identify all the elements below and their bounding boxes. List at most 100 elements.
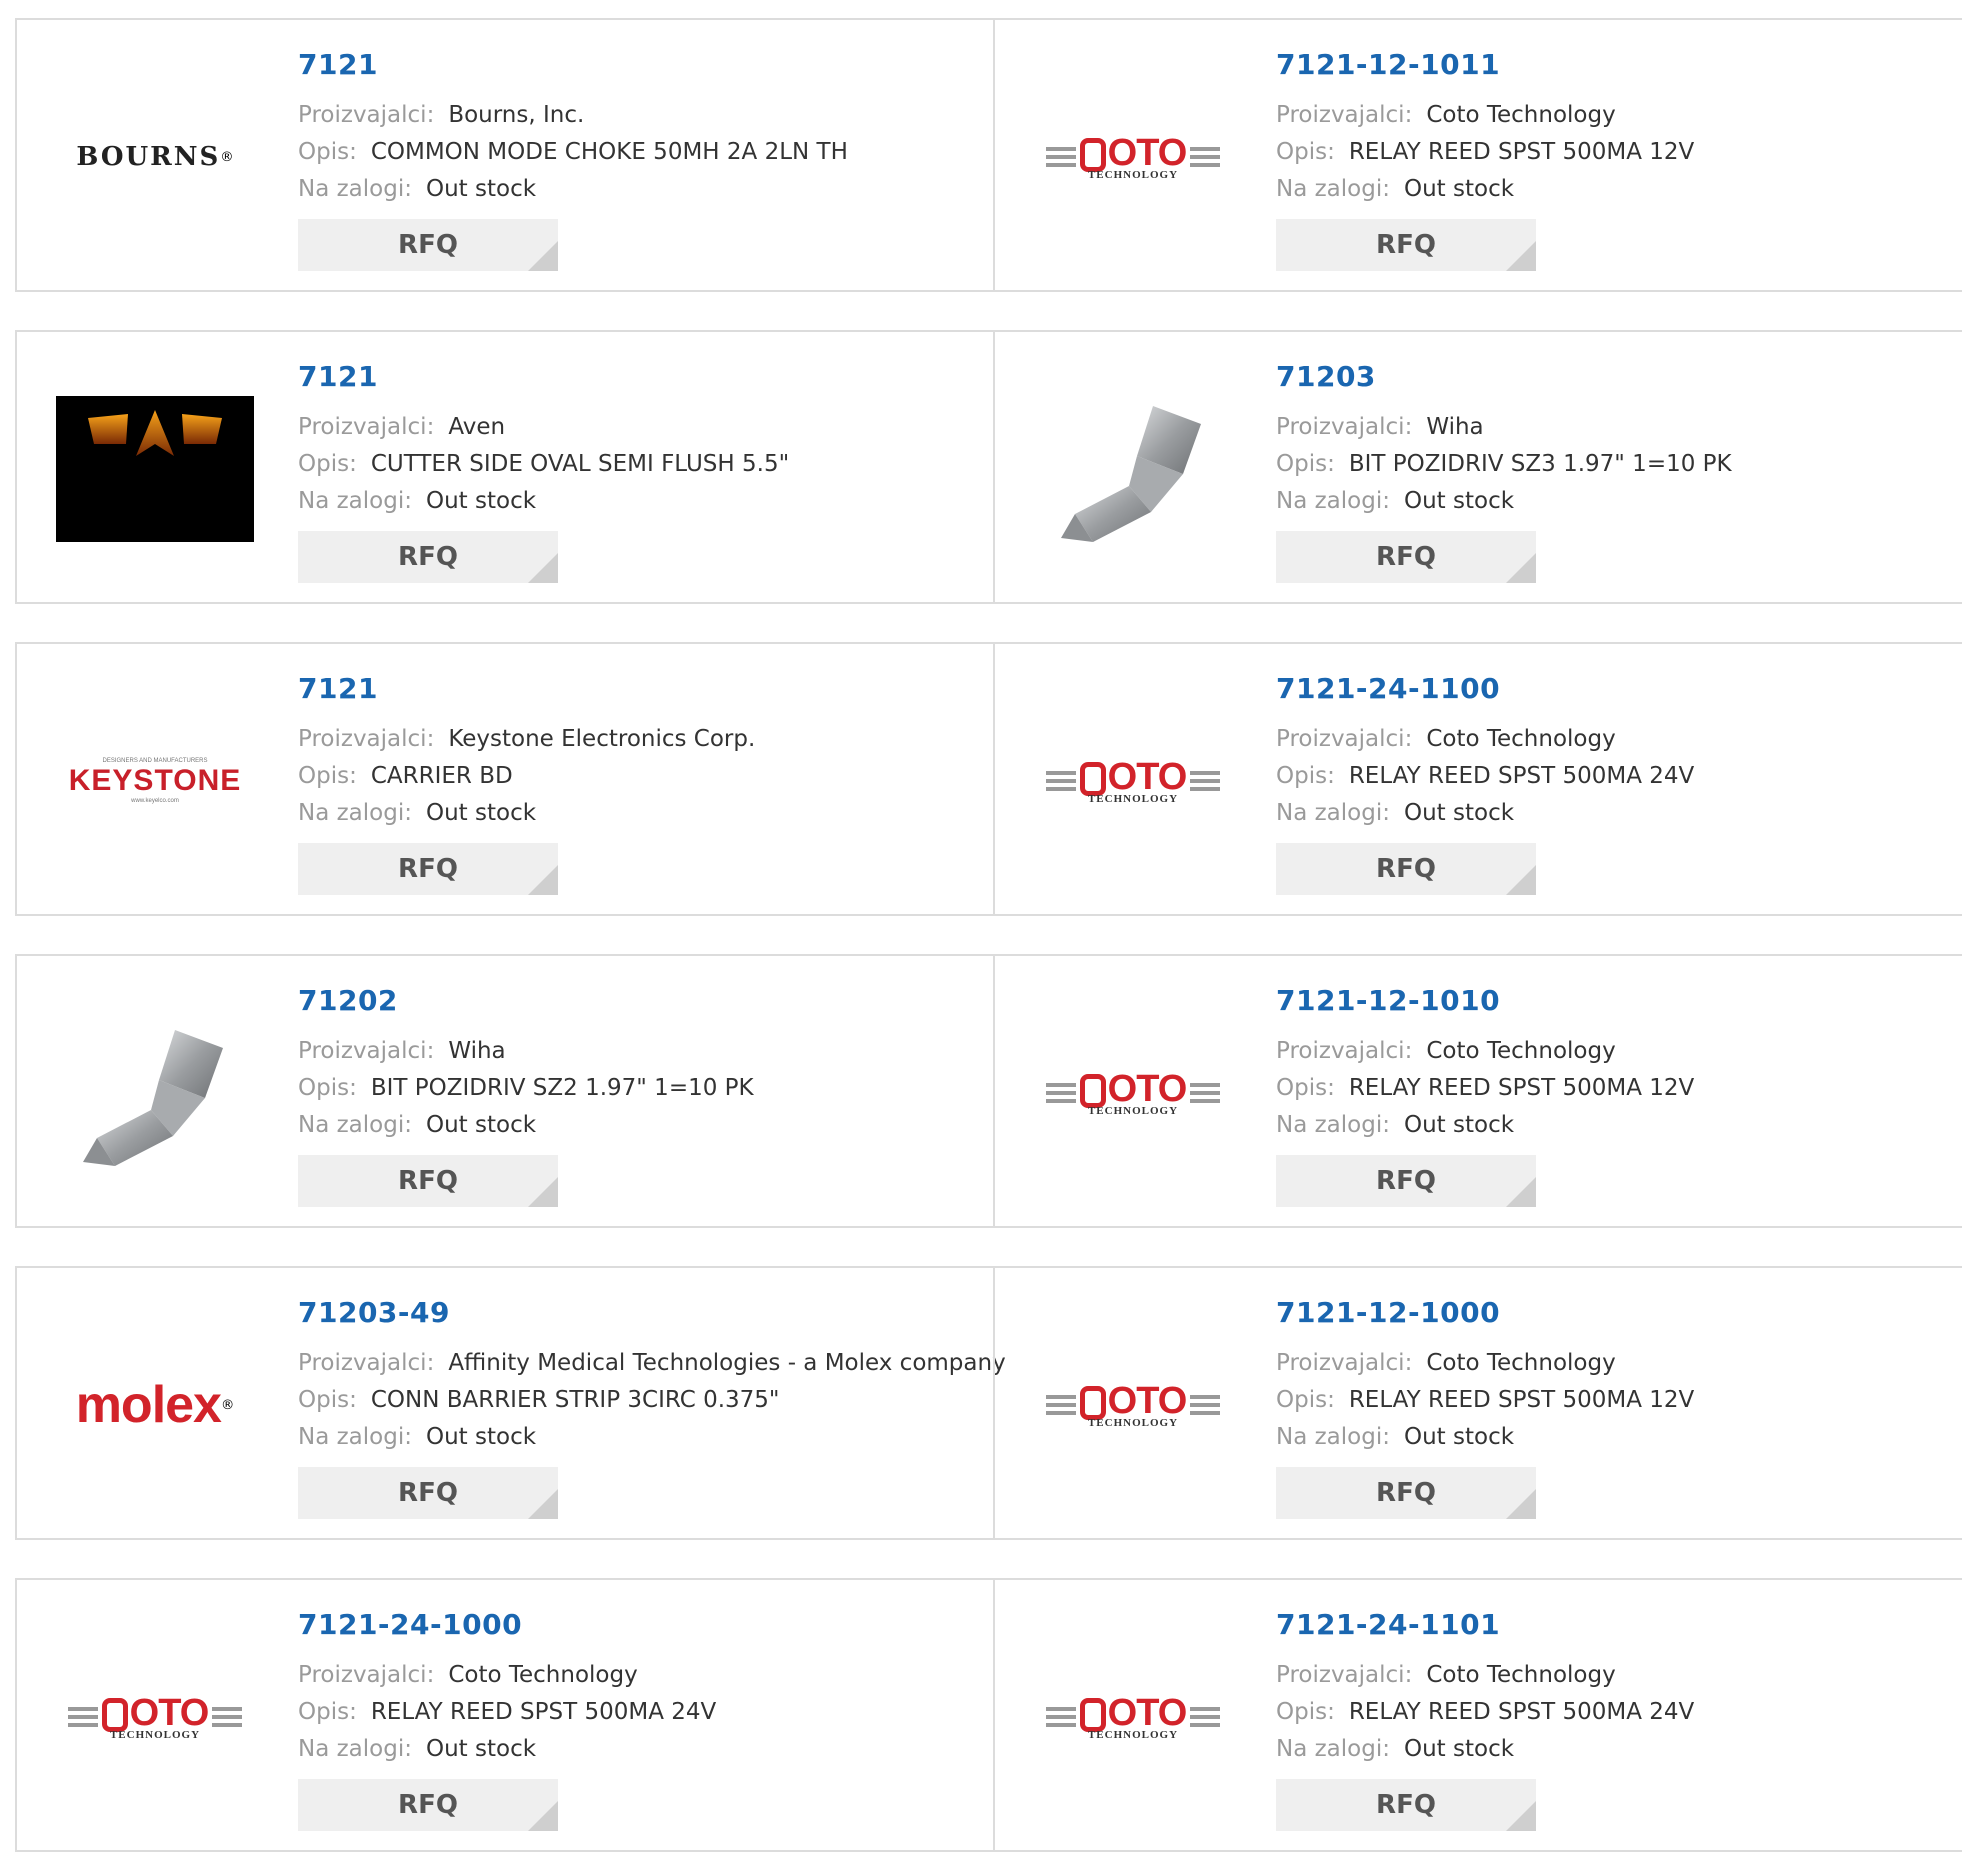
coto-logo-subtext: TECHNOLOGY [1087,1105,1179,1117]
stock-value: Out stock [1403,1424,1515,1450]
part-number-link[interactable]: 7121-12-1010 [1276,984,1500,1017]
manufacturer-row: Proizvajalci: Wiha [298,1038,506,1064]
description-label: Opis: [1276,1699,1335,1725]
part-number-link[interactable]: 7121 [298,672,378,705]
rfq-button[interactable]: RFQ [1276,1155,1536,1207]
description-value: COMMON MODE CHOKE 50MH 2A 2LN TH [370,139,848,165]
keystone-logo-url: www.keyelco.com [131,798,179,804]
stock-row: Na zalogi: Out stock [1276,1424,1514,1450]
stock-label: Na zalogi: [298,1424,412,1450]
manufacturer-label: Proizvajalci: [1276,102,1413,128]
coto-logo: OTO TECHNOLOGY [1033,82,1233,232]
rfq-button[interactable]: RFQ [1276,843,1536,895]
stock-value: Out stock [1403,1112,1515,1138]
part-number-link[interactable]: 7121 [298,360,378,393]
rfq-label: RFQ [1376,230,1436,260]
rfq-button[interactable]: RFQ [1276,531,1536,583]
description-label: Opis: [1276,139,1335,165]
bourns-logo: BOURNS ® [76,142,234,172]
stock-row: Na zalogi: Out stock [298,1736,536,1762]
rfq-label: RFQ [398,1790,458,1820]
description-row: Opis: CUTTER SIDE OVAL SEMI FLUSH 5.5" [298,451,789,477]
rfq-button[interactable]: RFQ [298,1467,558,1519]
molex-logo: molex ® [75,1376,235,1434]
rfq-button[interactable]: RFQ [298,531,558,583]
product-card: OTO TECHNOLOGY 7121-12-1000 Proizvajalci:… [993,1266,1962,1540]
manufacturer-value: Wiha [448,1038,506,1064]
manufacturer-label: Proizvajalci: [1276,726,1413,752]
manufacturer-value: Coto Technology [1426,102,1616,128]
corner-triangle-icon [1506,1489,1536,1519]
part-number-link[interactable]: 7121-12-1011 [1276,48,1500,81]
stock-row: Na zalogi: Out stock [298,800,536,826]
rfq-label: RFQ [398,542,458,572]
description-label: Opis: [298,1387,357,1413]
part-number-link[interactable]: 7121-12-1000 [1276,1296,1500,1329]
description-label: Opis: [298,451,357,477]
product-card: OTO TECHNOLOGY 7121-12-1011 Proizvajalci:… [993,18,1962,292]
corner-triangle-icon [528,865,558,895]
stock-row: Na zalogi: Out stock [298,1112,536,1138]
corner-triangle-icon [1506,1177,1536,1207]
part-number-link[interactable]: 7121-24-1100 [1276,672,1500,705]
stock-label: Na zalogi: [298,488,412,514]
description-value: RELAY REED SPST 500MA 12V [1348,139,1695,165]
rfq-label: RFQ [1376,542,1436,572]
coto-logo-text: OTO [1107,1692,1188,1734]
stock-label: Na zalogi: [1276,1112,1390,1138]
rfq-button[interactable]: RFQ [298,1779,558,1831]
manufacturer-label: Proizvajalci: [1276,1662,1413,1688]
description-row: Opis: CARRIER BD [298,763,513,789]
product-card: 7121 Proizvajalci: Aven Opis: CUTTER SIDE … [15,330,993,604]
manufacturer-label: Proizvajalci: [298,102,435,128]
stock-label: Na zalogi: [298,1736,412,1762]
description-label: Opis: [1276,1387,1335,1413]
coto-logo-text: OTO [1107,132,1188,174]
stock-row: Na zalogi: Out stock [1276,176,1514,202]
manufacturer-row: Proizvajalci: Coto Technology [1276,726,1616,752]
description-label: Opis: [1276,451,1335,477]
stock-value: Out stock [1403,1736,1515,1762]
coto-logo-subtext: TECHNOLOGY [1087,1729,1179,1741]
rfq-button[interactable]: RFQ [1276,1467,1536,1519]
stock-row: Na zalogi: Out stock [1276,1112,1514,1138]
part-number-link[interactable]: 7121-24-1101 [1276,1608,1500,1641]
coto-logo-text: OTO [1107,1068,1188,1110]
rfq-label: RFQ [398,1478,458,1508]
rfq-button[interactable]: RFQ [298,843,558,895]
part-number-link[interactable]: 7121 [298,48,378,81]
rfq-button[interactable]: RFQ [1276,219,1536,271]
rfq-button[interactable]: RFQ [1276,1779,1536,1831]
coto-logo-text: OTO [1107,756,1188,798]
description-value: CARRIER BD [370,763,513,789]
part-number-link[interactable]: 71203 [1276,360,1376,393]
corner-triangle-icon [528,241,558,271]
description-value: CONN BARRIER STRIP 3CIRC 0.375" [370,1387,780,1413]
screwdriver-bit-icon [1061,406,1201,542]
manufacturer-value: Bourns, Inc. [448,102,585,128]
description-row: Opis: RELAY REED SPST 500MA 12V [1276,1387,1694,1413]
part-number-link[interactable]: 7121-24-1000 [298,1608,522,1641]
product-card: BOURNS ® 7121 Proizvajalci: Bourns, Inc. O… [15,18,993,292]
corner-triangle-icon [528,1489,558,1519]
stock-label: Na zalogi: [1276,800,1390,826]
aven-logo [55,394,255,544]
rfq-button[interactable]: RFQ [298,1155,558,1207]
coto-logo-text: OTO [1107,1380,1188,1422]
stock-value: Out stock [1403,488,1515,514]
rfq-button[interactable]: RFQ [298,219,558,271]
part-number-link[interactable]: 71202 [298,984,398,1017]
rfq-label: RFQ [1376,1478,1436,1508]
product-card: OTO TECHNOLOGY 7121-24-1101 Proizvajalci:… [993,1578,1962,1852]
stock-value: Out stock [425,1424,537,1450]
screwdriver-bit-image [1033,394,1233,544]
description-label: Opis: [298,1699,357,1725]
part-number-link[interactable]: 71203-49 [298,1296,450,1329]
stock-value: Out stock [425,800,537,826]
description-row: Opis: CONN BARRIER STRIP 3CIRC 0.375" [298,1387,780,1413]
description-value: BIT POZIDRIV SZ2 1.97" 1=10 PK [370,1075,754,1101]
stock-label: Na zalogi: [298,800,412,826]
stock-label: Na zalogi: [1276,1424,1390,1450]
manufacturer-row: Proizvajalci: Coto Technology [1276,102,1616,128]
coto-logo: OTO TECHNOLOGY [1033,1642,1233,1792]
